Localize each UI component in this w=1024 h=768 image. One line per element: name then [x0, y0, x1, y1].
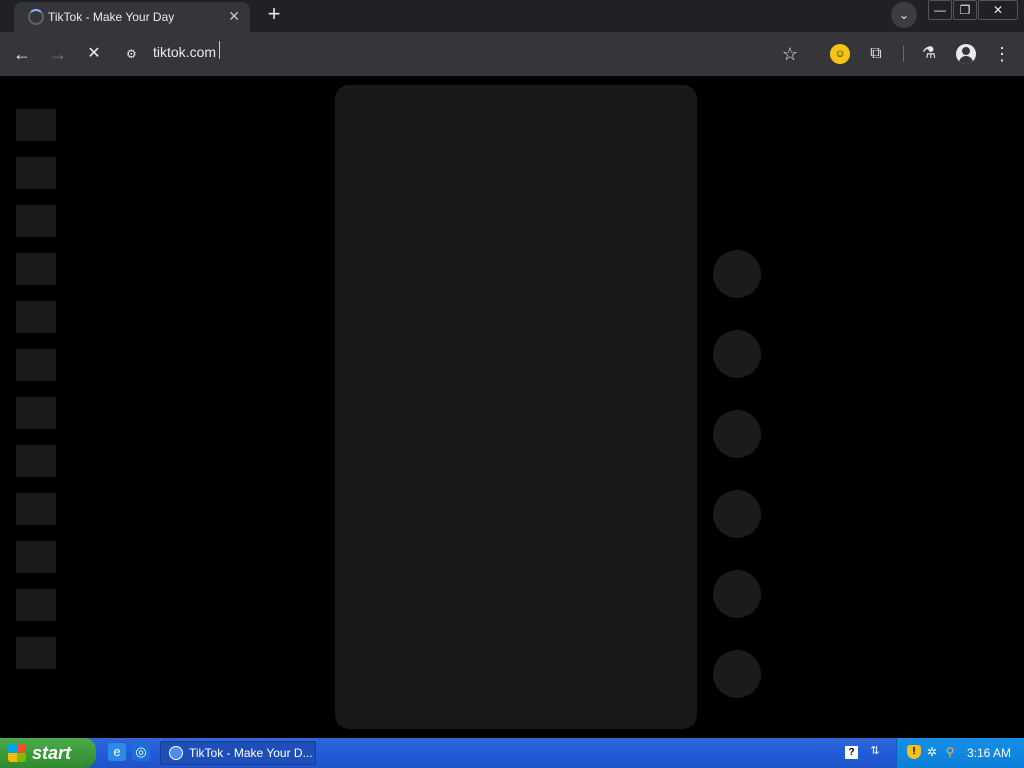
sidebar-placeholder: [16, 445, 56, 477]
help-icon[interactable]: ?: [845, 746, 858, 759]
loading-spinner-icon: [28, 9, 44, 25]
address-bar[interactable]: tiktok.com: [153, 44, 216, 60]
taskbar: start e ◎ TikTok - Make Your D... ? ⇅ ! …: [0, 738, 1024, 768]
sidebar-placeholder: [16, 253, 56, 285]
sidebar-placeholder: [16, 493, 56, 525]
new-tab-button[interactable]: +: [262, 3, 286, 26]
window-minimize-button[interactable]: —: [928, 0, 952, 20]
internet-explorer-icon[interactable]: e: [108, 743, 126, 761]
extension-icon[interactable]: ☺: [830, 44, 850, 64]
sidebar-placeholder: [16, 157, 56, 189]
action-button-placeholder: [713, 250, 761, 298]
extensions-puzzle-icon[interactable]: ⧉: [864, 42, 888, 66]
tab-tiktok[interactable]: TikTok - Make Your Day ✕: [14, 2, 250, 32]
action-button-placeholder: [713, 570, 761, 618]
profile-avatar-icon[interactable]: [956, 44, 976, 64]
restore-icon[interactable]: ⇅: [868, 744, 882, 758]
window-restore-button[interactable]: ❐: [953, 0, 977, 20]
sidebar-placeholder: [16, 349, 56, 381]
labs-flask-icon[interactable]: ⚗: [917, 42, 941, 66]
toolbar-divider: [903, 46, 904, 62]
action-button-placeholder: [713, 490, 761, 538]
browser-toolbar: ← → ✕ ⚙ tiktok.com ☆ ☺ ⧉ ⚗ ⋮: [0, 32, 1024, 76]
security-shield-icon[interactable]: !: [907, 745, 921, 759]
sidebar-placeholder: [16, 397, 56, 429]
start-label: start: [32, 743, 72, 763]
windows-logo-icon: [8, 744, 26, 762]
sidebar-placeholder: [16, 541, 56, 573]
browser-tab-strip: TikTok - Make Your Day ✕ + ⌄ — ❐ ✕: [0, 0, 1024, 32]
bookmark-star-icon[interactable]: ☆: [778, 42, 802, 66]
clock[interactable]: 3:16 AM: [967, 746, 1011, 760]
action-button-placeholder: [713, 330, 761, 378]
site-info-icon[interactable]: ⚙: [126, 46, 142, 62]
back-button[interactable]: ←: [10, 42, 34, 66]
page-content: [0, 76, 1024, 738]
window-close-button[interactable]: ✕: [978, 0, 1018, 20]
sidebar-placeholder: [16, 301, 56, 333]
sidebar-placeholder: [16, 637, 56, 669]
video-placeholder: [335, 85, 697, 729]
chrome-icon: [169, 746, 183, 760]
action-button-placeholder: [713, 650, 761, 698]
forward-button[interactable]: →: [46, 42, 70, 66]
tab-title: TikTok - Make Your Day: [48, 10, 175, 24]
tab-search-button[interactable]: ⌄: [891, 2, 917, 28]
tab-close-icon[interactable]: ✕: [228, 8, 240, 24]
browser-menu-icon[interactable]: ⋮: [990, 42, 1014, 66]
network-icon[interactable]: ✲: [925, 745, 939, 759]
text-cursor-icon: [219, 41, 220, 59]
stop-loading-button[interactable]: ✕: [82, 42, 106, 66]
system-tray: ! ✲ ⚲ 3:16 AM: [896, 738, 1024, 768]
action-button-placeholder: [713, 410, 761, 458]
taskbar-item-label: TikTok - Make Your D...: [189, 746, 313, 760]
start-button[interactable]: start: [0, 738, 96, 768]
search-icon[interactable]: ⚲: [943, 745, 957, 759]
sidebar-placeholder: [16, 589, 56, 621]
sidebar-placeholder: [16, 205, 56, 237]
sidebar-placeholder: [16, 109, 56, 141]
browser-icon[interactable]: ◎: [132, 743, 150, 761]
taskbar-item-tiktok[interactable]: TikTok - Make Your D...: [160, 741, 316, 765]
